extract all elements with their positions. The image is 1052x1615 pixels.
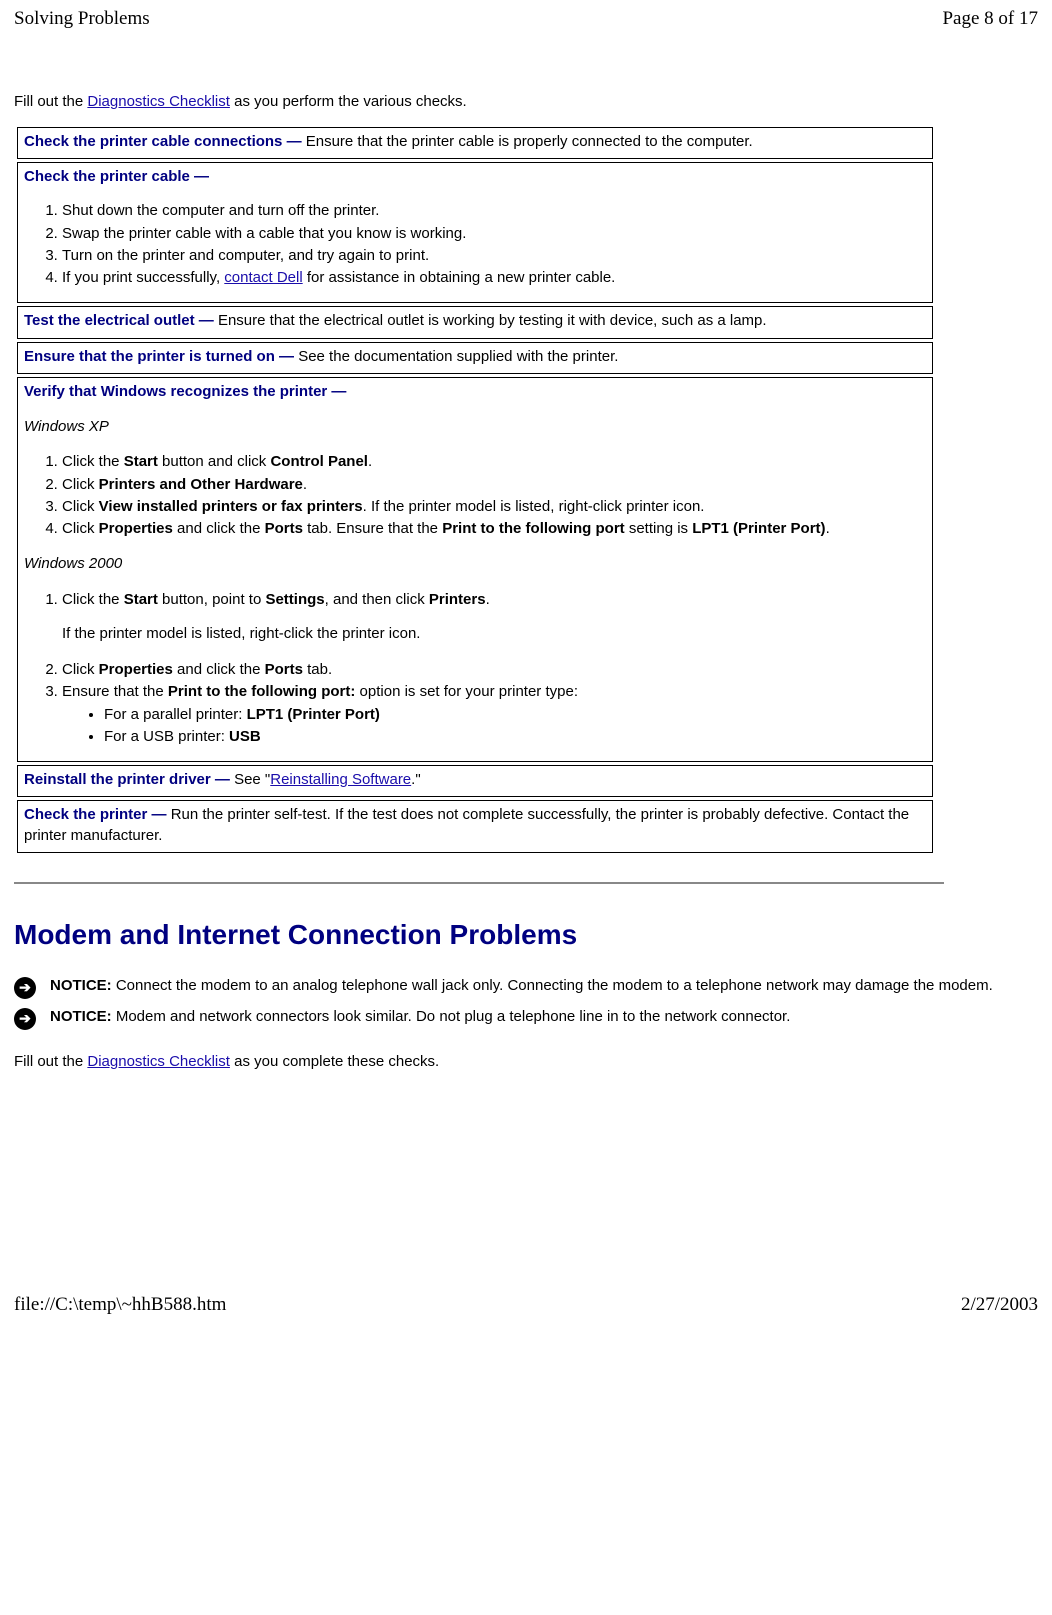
table-row: Verify that Windows recognizes the print… bbox=[17, 377, 933, 762]
list-item: Click Properties and click the Ports tab… bbox=[62, 519, 926, 539]
arrow-right-icon: ➔ bbox=[14, 977, 36, 999]
header-page-indicator: Page 8 of 17 bbox=[942, 6, 1038, 32]
row2-list: Shut down the computer and turn off the … bbox=[24, 201, 926, 288]
arrow-right-icon: ➔ bbox=[14, 1008, 36, 1030]
footer-path: file://C:\temp\~hhB588.htm bbox=[14, 1292, 226, 1318]
row6-title: Reinstall the printer driver — bbox=[24, 771, 234, 788]
reinstalling-software-link[interactable]: Reinstalling Software bbox=[270, 771, 411, 788]
table-row: Ensure that the printer is turned on — S… bbox=[17, 342, 933, 374]
section2-intro: Fill out the Diagnostics Checklist as yo… bbox=[14, 1052, 1038, 1072]
row5-xp-list: Click the Start button and click Control… bbox=[24, 452, 926, 539]
notice-text: NOTICE: Modem and network connectors loo… bbox=[50, 1007, 790, 1027]
header-title: Solving Problems bbox=[14, 6, 150, 32]
list-item: Shut down the computer and turn off the … bbox=[62, 201, 926, 221]
row1-title: Check the printer cable connections — bbox=[24, 133, 306, 150]
row4-text: See the documentation supplied with the … bbox=[298, 348, 618, 365]
list-item: Click Printers and Other Hardware. bbox=[62, 475, 926, 495]
row5-title: Verify that Windows recognizes the print… bbox=[24, 383, 346, 400]
table-row: Reinstall the printer driver — See "Rein… bbox=[17, 765, 933, 797]
intro-suffix: as you perform the various checks. bbox=[230, 93, 467, 110]
table-row: Check the printer cable connections — En… bbox=[17, 127, 933, 159]
row7-title: Check the printer — bbox=[24, 806, 171, 823]
section-divider bbox=[14, 882, 944, 884]
list-item: Ensure that the Print to the following p… bbox=[62, 682, 926, 747]
intro-paragraph: Fill out the Diagnostics Checklist as yo… bbox=[14, 92, 1038, 112]
list-item: Turn on the printer and computer, and tr… bbox=[62, 246, 926, 266]
table-row: Test the electrical outlet — Ensure that… bbox=[17, 306, 933, 338]
list-item: For a parallel printer: LPT1 (Printer Po… bbox=[104, 705, 926, 725]
list-item: Swap the printer cable with a cable that… bbox=[62, 224, 926, 244]
notice-row: ➔ NOTICE: Modem and network connectors l… bbox=[14, 1007, 1038, 1030]
row5-sublist: For a parallel printer: LPT1 (Printer Po… bbox=[62, 705, 926, 748]
list-item: If you print successfully, contact Dell … bbox=[62, 268, 926, 288]
row4-title: Ensure that the printer is turned on — bbox=[24, 348, 298, 365]
row5-os1: Windows XP bbox=[24, 417, 926, 437]
table-row: Check the printer — Run the printer self… bbox=[17, 800, 933, 853]
contact-dell-link[interactable]: contact Dell bbox=[224, 269, 302, 286]
table-row: Check the printer cable — Shut down the … bbox=[17, 162, 933, 303]
row3-text: Ensure that the electrical outlet is wor… bbox=[218, 312, 767, 329]
w2k1-sub: If the printer model is listed, right-cl… bbox=[62, 624, 926, 644]
notice-text: NOTICE: Connect the modem to an analog t… bbox=[50, 976, 993, 996]
list-item: Click View installed printers or fax pri… bbox=[62, 497, 926, 517]
row2-title: Check the printer cable — bbox=[24, 168, 209, 185]
row3-title: Test the electrical outlet — bbox=[24, 312, 218, 329]
diagnostics-checklist-link[interactable]: Diagnostics Checklist bbox=[87, 93, 230, 110]
list-item: Click the Start button and click Control… bbox=[62, 452, 926, 472]
list-item: For a USB printer: USB bbox=[104, 727, 926, 747]
section-heading: Modem and Internet Connection Problems bbox=[14, 916, 1038, 954]
footer-date: 2/27/2003 bbox=[961, 1292, 1038, 1318]
list-item: Click Properties and click the Ports tab… bbox=[62, 660, 926, 680]
diagnostics-checklist-link-2[interactable]: Diagnostics Checklist bbox=[87, 1053, 230, 1070]
list-item: Click the Start button, point to Setting… bbox=[62, 590, 926, 659]
notice-row: ➔ NOTICE: Connect the modem to an analog… bbox=[14, 976, 1038, 999]
troubleshoot-table: Check the printer cable connections — En… bbox=[14, 124, 936, 856]
row1-text: Ensure that the printer cable is properl… bbox=[306, 133, 753, 150]
intro-prefix: Fill out the bbox=[14, 93, 87, 110]
row5-os2: Windows 2000 bbox=[24, 554, 926, 574]
row5-w2k-list: Click the Start button, point to Setting… bbox=[24, 590, 926, 748]
